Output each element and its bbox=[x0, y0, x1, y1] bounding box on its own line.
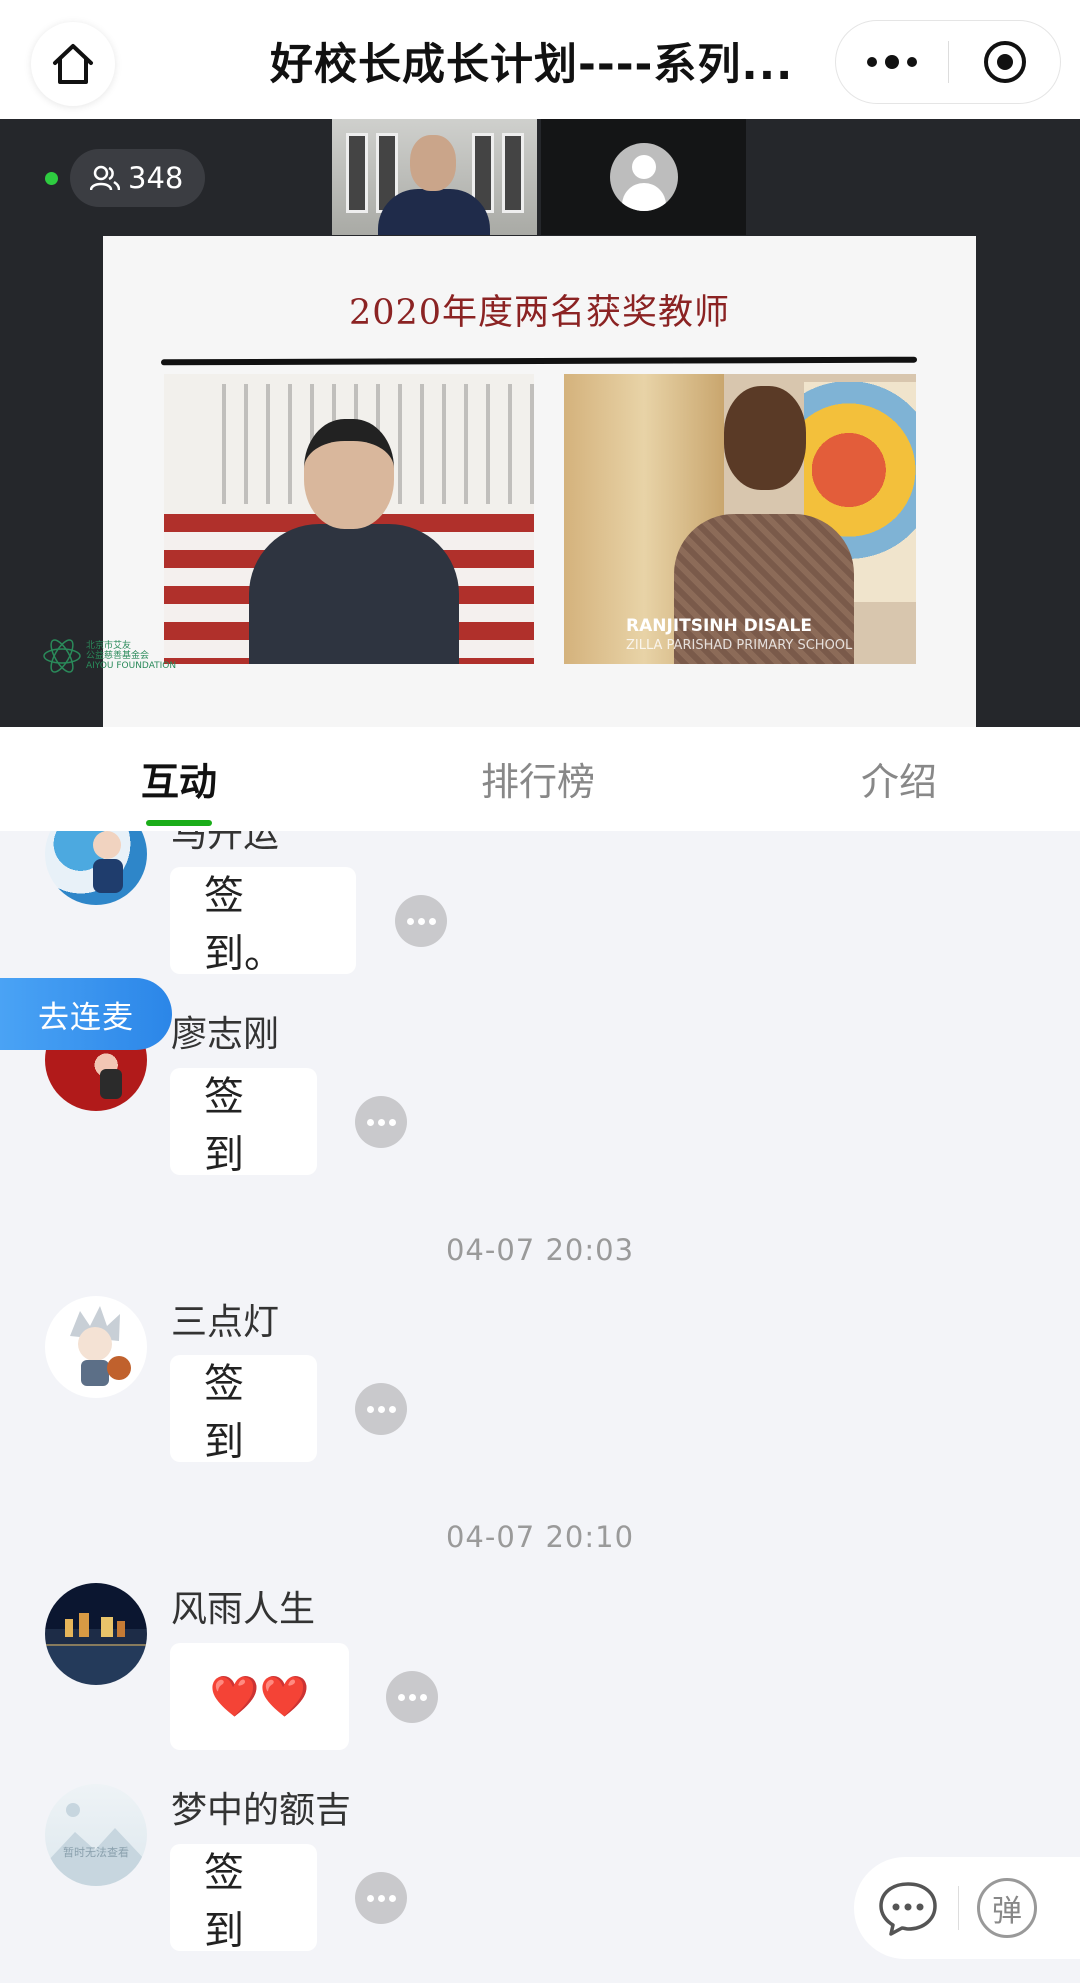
home-icon bbox=[53, 44, 93, 84]
tab-interaction[interactable]: 互动 bbox=[141, 751, 217, 806]
foundation-logo: 北京市艾友 公益慈善基金会 AIYOU FOUNDATION bbox=[42, 639, 176, 673]
close-button[interactable] bbox=[949, 21, 1060, 103]
speaker-camera-feed[interactable] bbox=[332, 119, 537, 235]
logo-text-2: 公益慈善基金会 bbox=[86, 651, 150, 661]
user-avatar[interactable] bbox=[45, 831, 147, 905]
user-name: 廖志刚 bbox=[171, 1014, 280, 1055]
more-dots-icon bbox=[867, 55, 917, 69]
avatar-photo bbox=[45, 1613, 147, 1646]
guest-camera-feed[interactable] bbox=[541, 119, 746, 235]
message-more-button[interactable] bbox=[355, 1383, 407, 1435]
people-icon bbox=[90, 165, 120, 191]
logo-text-1: 北京市艾友 bbox=[86, 641, 132, 651]
speaker-figure bbox=[378, 189, 490, 235]
tab-leaderboard[interactable]: 排行榜 bbox=[481, 751, 595, 806]
speaker-head bbox=[410, 135, 456, 191]
tab-introduction[interactable]: 介绍 bbox=[861, 751, 937, 806]
home-button[interactable] bbox=[31, 22, 115, 106]
top-nav-bar: 好校长成长计划----系列... bbox=[0, 0, 1080, 119]
viewer-count: 348 bbox=[128, 161, 184, 195]
message-more-button[interactable] bbox=[355, 1096, 407, 1148]
photo-caption: RANJITSINH DISALE ZILLA PARISHAD PRIMARY… bbox=[626, 616, 852, 656]
message-bubble[interactable]: 签到。 bbox=[170, 867, 356, 977]
live-indicator-dot bbox=[45, 172, 58, 185]
join-mic-button[interactable]: 去连麦 bbox=[0, 978, 172, 1050]
message-more-button[interactable] bbox=[395, 895, 447, 947]
avatar-photo bbox=[93, 831, 123, 893]
default-avatar-icon bbox=[609, 143, 678, 211]
logo-text-3: AIYOU FOUNDATION bbox=[86, 661, 177, 671]
avatar-photo bbox=[70, 1306, 131, 1386]
page-title: 好校长成长计划----系列... bbox=[270, 40, 794, 90]
danmu-toggle-button[interactable]: 弹 bbox=[977, 1878, 1037, 1938]
chat-list[interactable]: 马开运 签到。 廖志刚 签到 04-07 20:03 三点灯 签到 04-07 … bbox=[0, 831, 1080, 1983]
teacher-photo-2: RANJITSINH DISALE ZILLA PARISHAD PRIMARY… bbox=[564, 374, 916, 664]
viewer-count-badge[interactable]: 348 bbox=[70, 149, 206, 207]
message-more-button[interactable] bbox=[386, 1671, 438, 1723]
slide-divider bbox=[160, 356, 918, 366]
user-avatar[interactable]: 暂时无法查看 bbox=[45, 1784, 147, 1886]
placeholder-image-icon bbox=[45, 1803, 147, 1886]
teacher-photo-1 bbox=[164, 374, 534, 664]
target-close-icon bbox=[983, 41, 1026, 83]
active-tab-indicator bbox=[146, 820, 212, 826]
avatar-placeholder-text: 暂时无法查看 bbox=[63, 1846, 129, 1859]
atom-logo-icon bbox=[43, 639, 81, 673]
message-timestamp: 04-07 20:03 bbox=[445, 1233, 635, 1267]
message-more-button[interactable] bbox=[355, 1872, 407, 1924]
user-name: 梦中的额吉 bbox=[171, 1790, 352, 1831]
message-bubble[interactable]: 签到 bbox=[170, 1844, 317, 1954]
bookshelf bbox=[502, 133, 524, 213]
mini-program-capsule bbox=[835, 20, 1061, 104]
bar-divider bbox=[958, 1886, 959, 1930]
user-name: 马开运 bbox=[171, 831, 280, 855]
user-avatar[interactable] bbox=[45, 1583, 147, 1685]
slide-title: 2020年度两名获奖教师 bbox=[348, 293, 731, 333]
message-bubble[interactable]: 签到 bbox=[170, 1068, 317, 1178]
user-name: 风雨人生 bbox=[171, 1589, 316, 1630]
chat-bubble-icon[interactable] bbox=[876, 1878, 940, 1938]
live-video-player[interactable]: 348 2020年度两名获奖教师 RANJITSINH DISALE ZILLA… bbox=[0, 119, 1080, 727]
message-timestamp: 04-07 20:10 bbox=[445, 1520, 635, 1554]
caption-name: RANJITSINH DISALE bbox=[626, 616, 812, 636]
presentation-slide: 2020年度两名获奖教师 RANJITSINH DISALE ZILLA PAR… bbox=[103, 236, 976, 727]
more-button[interactable] bbox=[836, 21, 948, 103]
bookshelf bbox=[346, 133, 368, 213]
teacher-head bbox=[724, 386, 806, 490]
caption-school: ZILLA PARISHAD PRIMARY SCHOOL bbox=[626, 638, 853, 653]
tab-bar: 互动 排行榜 介绍 bbox=[0, 727, 1080, 831]
teacher-figure bbox=[249, 524, 459, 664]
teacher-head bbox=[304, 419, 394, 529]
message-bubble[interactable]: ❤️❤️ bbox=[170, 1643, 349, 1750]
bottom-action-bar: 弹 bbox=[854, 1857, 1080, 1959]
user-name: 三点灯 bbox=[171, 1302, 280, 1343]
user-avatar[interactable] bbox=[45, 1296, 147, 1398]
message-bubble[interactable]: 签到 bbox=[170, 1355, 317, 1465]
